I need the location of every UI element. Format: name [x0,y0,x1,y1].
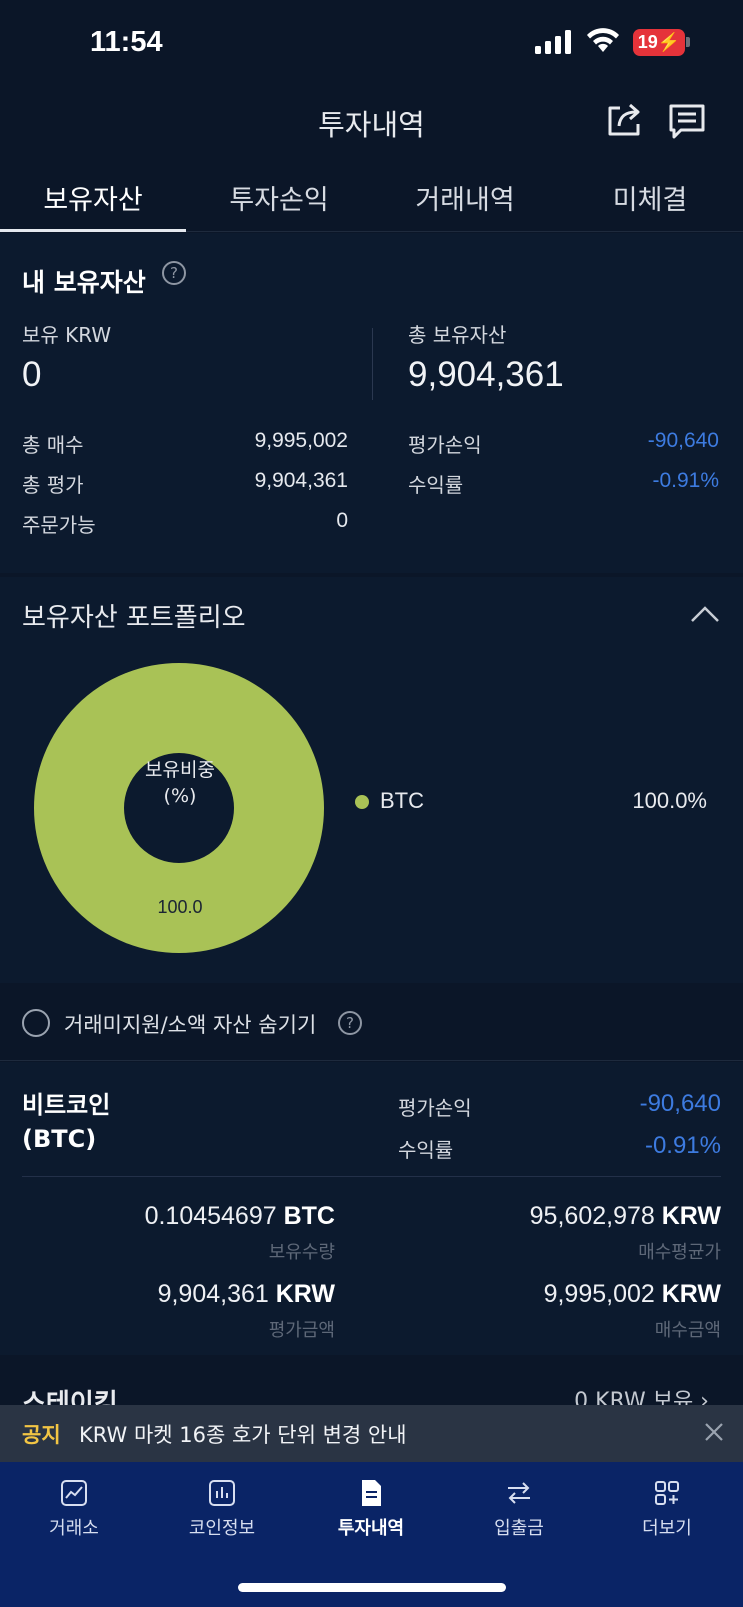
coin-name-symbol: (BTC) [22,1125,97,1153]
coin-name-korean: 비트코인 [22,1091,111,1119]
legend-name-btc: BTC [380,788,424,813]
coin-return-value: -0.91% [644,1132,721,1159]
holdings-label: 보유수량 [268,1242,335,1263]
eval-amount-unit: KRW [275,1280,335,1308]
active-tab-indicator [0,229,186,232]
hide-small-assets-label: 거래미지원/소액 자산 숨기기 [64,1013,317,1037]
notice-banner[interactable]: 공지 KRW 마켓 16종 호가 단위 변경 안내 [0,1405,743,1462]
total-buy-label: 총 매수 [22,433,84,457]
coin-divider [22,1176,721,1177]
help-icon[interactable]: ? [162,261,186,285]
portfolio-section: 보유자산 포트폴리오 보유비중 (%) 100.0 BTC 100.0% [0,577,743,983]
nav-exchange-label: 거래소 [49,1518,99,1539]
total-buy-value: 9,995,002 [254,429,348,452]
tab-profit-loss[interactable]: 투자손익 [186,178,372,217]
buy-amount-unit: KRW [661,1280,721,1308]
holdings-summary: 내 보유자산 ? 보유 KRW 0 총 보유자산 9,904,361 총 매수 … [0,233,743,573]
partial-row-title: 스테이킹 [22,1389,118,1405]
donut-center-line2: (%) [163,785,197,807]
wifi-icon [587,28,619,52]
status-bar: 11:54 19⚡ [0,0,743,90]
return-label: 수익률 [408,473,464,497]
coin-name: 비트코인 (BTC) [22,1088,110,1156]
transfer-icon [508,1482,530,1504]
legend-percent-btc: 100.0% [632,788,707,813]
nav-investment-history-label: 투자내역 [337,1518,405,1539]
donut-center-label: 보유비중 (%) [100,757,260,809]
coin-pnl-value: -90,640 [639,1090,721,1117]
tab-holdings[interactable]: 보유자산 [0,178,186,217]
total-assets-value: 9,904,361 [408,355,564,394]
nav-deposit-withdraw-label: 입출금 [494,1518,544,1539]
document-icon [362,1480,381,1506]
notice-tag: 공지 [22,1423,61,1447]
nav-exchange[interactable]: 거래소 [14,1478,134,1540]
status-time: 11:54 [90,26,163,58]
avg-price-number: 95,602,978 [529,1202,655,1230]
grid-plus-icon [655,1481,679,1505]
nav-deposit-withdraw[interactable]: 입출금 [459,1478,579,1540]
home-indicator [238,1583,506,1592]
total-eval-value: 9,904,361 [254,469,348,492]
battery-tip [686,37,690,47]
total-assets-label: 총 보유자산 [408,323,507,347]
bar-chart-icon [209,1480,235,1506]
hide-small-assets-radio[interactable] [22,1009,50,1037]
orderable-label: 주문가능 [22,513,96,537]
partial-row: 스테이킹 0 KRW 보유 › [0,1365,743,1405]
coin-card-btc[interactable]: 비트코인 (BTC) 평가손익 -90,640 수익률 -0.91% 0.104… [0,1062,743,1355]
share-icon[interactable] [605,100,645,138]
holdings-unit: BTC [283,1202,335,1230]
orderable-value: 0 [336,509,348,532]
holdings-amount: 0.10454697 BTC [145,1202,335,1231]
divider [372,328,373,400]
krw-value: 0 [22,355,42,394]
avg-price-unit: KRW [661,1202,721,1230]
eval-amount-number: 9,904,361 [157,1280,269,1308]
nav-more-label: 더보기 [642,1518,692,1539]
nav-coin-info-label: 코인정보 [188,1518,256,1539]
return-value: -0.91% [652,469,719,492]
avg-buy-price: 95,602,978 KRW [530,1202,721,1231]
donut-center-line1: 보유비중 [145,759,215,781]
buy-amount-label: 매수금액 [654,1320,721,1341]
nav-bar: 투자내역 [0,90,743,170]
total-eval-label: 총 평가 [22,473,84,497]
legend-dot-btc [355,795,369,809]
coin-pnl-label: 평가손익 [398,1096,472,1120]
chart-icon [61,1480,87,1506]
pnl-value: -90,640 [647,429,719,452]
coin-return-label: 수익률 [398,1138,454,1162]
chevron-up-icon[interactable] [690,605,720,623]
tab-bar: 보유자산 투자손익 거래내역 미체결 [0,170,743,232]
eval-amount: 9,904,361 KRW [158,1280,335,1309]
donut-slice-label: 100.0 [157,897,203,917]
battery-level: 19 [637,32,658,52]
pnl-label: 평가손익 [408,433,482,457]
nav-investment-history[interactable]: 투자내역 [311,1478,431,1540]
portfolio-title: 보유자산 포트폴리오 [22,603,246,633]
close-icon[interactable] [703,1421,725,1443]
partial-row-link[interactable]: 0 KRW 보유 › [574,1383,709,1405]
battery-icon: 19⚡ [633,29,685,56]
cellular-signal-icon [535,30,571,54]
tab-pending-orders[interactable]: 미체결 [557,178,743,217]
notice-text[interactable]: KRW 마켓 16종 호가 단위 변경 안내 [79,1419,407,1449]
holdings-amount-number: 0.10454697 [144,1202,277,1230]
nav-coin-info[interactable]: 코인정보 [162,1478,282,1540]
eval-amount-label: 평가금액 [268,1320,335,1341]
tab-transactions[interactable]: 거래내역 [372,178,558,217]
nav-more[interactable]: 더보기 [607,1478,727,1540]
chat-icon[interactable] [667,102,707,140]
summary-title: 내 보유자산 [22,268,146,297]
help-icon[interactable]: ? [338,1011,362,1035]
avg-price-label: 매수평균가 [638,1242,721,1263]
buy-amount-number: 9,995,002 [543,1280,655,1308]
buy-amount: 9,995,002 KRW [544,1280,721,1309]
krw-label: 보유 KRW [22,323,112,347]
hide-small-assets-row[interactable]: 거래미지원/소액 자산 숨기기 ? [0,985,743,1061]
